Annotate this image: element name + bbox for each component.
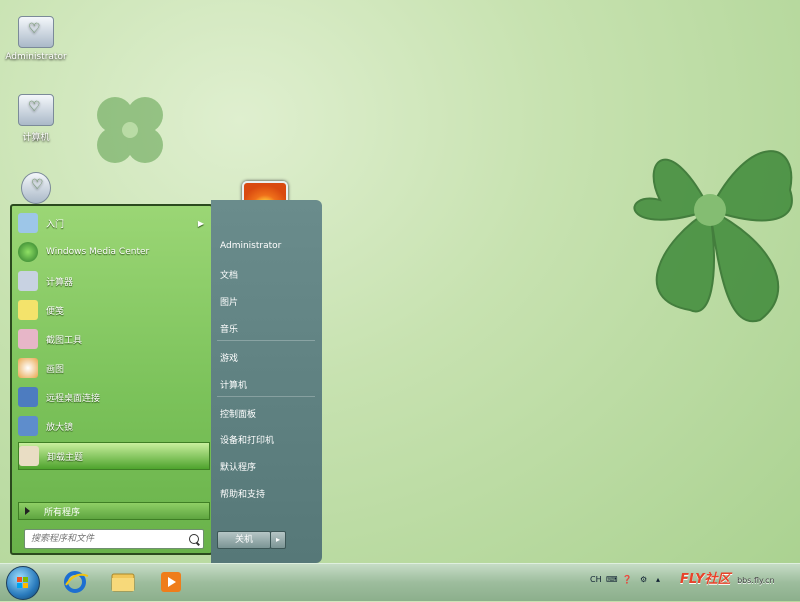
start-menu-programs-pane: 入门 ▶ Windows Media Center 计算器 便笺 截图工具 画图… bbox=[10, 204, 213, 555]
desktop-icon-computer[interactable]: 计算机 bbox=[4, 94, 68, 143]
place-item-devices-printers[interactable]: 设备和打印机 bbox=[220, 433, 274, 446]
scissors-icon bbox=[18, 329, 38, 349]
start-button[interactable] bbox=[6, 566, 40, 600]
desktop-icon-label: Administrator bbox=[5, 52, 67, 62]
watermark-text: FLY社区 bbox=[680, 572, 731, 587]
all-programs-label: 所有程序 bbox=[44, 507, 81, 518]
paint-palette-icon bbox=[18, 358, 38, 378]
place-item-control-panel[interactable]: 控制面板 bbox=[220, 407, 256, 420]
place-item-default-programs[interactable]: 默认程序 bbox=[220, 460, 256, 473]
clover-wallpaper-large bbox=[633, 150, 793, 323]
remote-desktop-icon bbox=[18, 387, 38, 407]
show-hidden-icons-icon[interactable]: ▴ bbox=[656, 575, 660, 584]
right-triangle-icon bbox=[25, 507, 30, 515]
user-folder-icon bbox=[18, 16, 54, 48]
desktop-icon-label: 计算机 bbox=[22, 133, 50, 143]
program-label: 画图 bbox=[46, 364, 65, 375]
program-item-uninstall-theme[interactable]: 卸载主题 bbox=[18, 442, 210, 470]
clover-wallpaper-small bbox=[97, 97, 163, 163]
program-item-sticky-notes[interactable]: 便笺 bbox=[18, 297, 208, 323]
media-player-icon bbox=[161, 572, 181, 592]
program-item-media-center[interactable]: Windows Media Center bbox=[18, 239, 208, 265]
desktop-icon-administrator[interactable]: Administrator bbox=[4, 16, 68, 62]
program-item-remote-desktop[interactable]: 远程桌面连接 bbox=[18, 384, 208, 410]
taskbar-explorer[interactable] bbox=[106, 567, 140, 597]
getting-started-icon bbox=[18, 213, 38, 233]
program-label: 放大镜 bbox=[46, 422, 74, 433]
computer-icon bbox=[18, 94, 54, 126]
magnifier-icon bbox=[18, 416, 38, 436]
start-menu: 入门 ▶ Windows Media Center 计算器 便笺 截图工具 画图… bbox=[6, 200, 322, 563]
program-item-getting-started[interactable]: 入门 ▶ bbox=[18, 210, 208, 236]
shutdown-options-arrow[interactable]: ▸ bbox=[270, 531, 286, 549]
submenu-arrow-icon: ▶ bbox=[197, 218, 204, 228]
internet-explorer-icon bbox=[64, 571, 89, 593]
program-item-magnifier[interactable]: 放大镜 bbox=[18, 413, 208, 439]
help-icon[interactable]: ❓ bbox=[622, 575, 632, 584]
place-item-pictures[interactable]: 图片 bbox=[220, 295, 238, 308]
place-item-administrator[interactable]: Administrator bbox=[220, 241, 281, 251]
program-item-calculator[interactable]: 计算器 bbox=[18, 268, 208, 294]
watermark-sub: bbs.fly.cn bbox=[737, 576, 775, 585]
language-indicator[interactable]: CH bbox=[590, 575, 602, 584]
program-label: 入门 bbox=[46, 219, 65, 230]
program-item-paint[interactable]: 画图 bbox=[18, 355, 208, 381]
place-item-games[interactable]: 游戏 bbox=[220, 351, 238, 364]
keyboard-icon[interactable]: ⌨ bbox=[606, 575, 618, 584]
media-center-icon bbox=[18, 242, 38, 262]
search-icon[interactable] bbox=[189, 534, 199, 544]
place-item-music[interactable]: 音乐 bbox=[220, 322, 238, 335]
search-input[interactable] bbox=[29, 533, 183, 545]
place-item-documents[interactable]: 文档 bbox=[220, 268, 238, 281]
settings-icon[interactable]: ⚙ bbox=[640, 575, 647, 584]
search-box[interactable] bbox=[24, 529, 204, 549]
taskbar-media-player[interactable] bbox=[154, 567, 188, 597]
program-label: 便笺 bbox=[46, 306, 65, 317]
place-item-computer[interactable]: 计算机 bbox=[220, 378, 247, 391]
shutdown-button[interactable]: 关机 bbox=[217, 531, 271, 549]
separator bbox=[217, 396, 315, 397]
program-label: 截图工具 bbox=[46, 335, 83, 346]
start-menu-places-pane: Administrator 文档 图片 音乐 游戏 计算机 控制面板 设备和打印… bbox=[211, 200, 322, 563]
program-item-snipping-tool[interactable]: 截图工具 bbox=[18, 326, 208, 352]
calculator-icon bbox=[18, 271, 38, 291]
place-item-help-support[interactable]: 帮助和支持 bbox=[220, 487, 265, 500]
separator bbox=[217, 340, 315, 341]
program-label: 计算器 bbox=[46, 277, 74, 288]
watermark: FLY社区 bbs.fly.cn bbox=[680, 568, 775, 587]
program-label: 卸载主题 bbox=[47, 452, 84, 463]
all-programs-button[interactable]: 所有程序 bbox=[18, 502, 210, 520]
taskbar-internet-explorer[interactable] bbox=[58, 567, 92, 597]
program-label: 远程桌面连接 bbox=[46, 393, 101, 404]
program-label: Windows Media Center bbox=[46, 247, 150, 257]
windows-logo-icon bbox=[17, 577, 28, 588]
folder-icon bbox=[111, 573, 135, 592]
uninstall-theme-icon bbox=[19, 446, 39, 466]
sticky-notes-icon bbox=[18, 300, 38, 320]
